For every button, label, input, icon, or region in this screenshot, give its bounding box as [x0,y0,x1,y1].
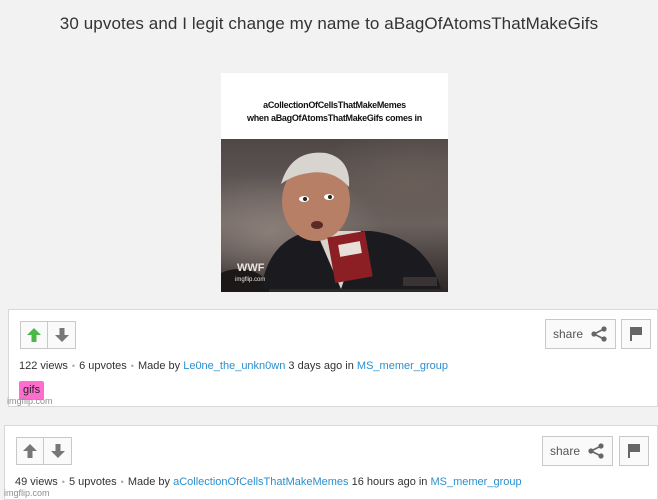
upvote-arrow-icon [23,444,37,458]
share-icon [591,326,607,342]
comment-time: 16 hours ago in [351,476,428,488]
share-label: share [549,444,581,458]
post-info-card: share 122 views • 6 upvotes • Made by Le0ne_… [8,309,658,407]
made-by-label: Made by [137,360,181,372]
separator-dot: • [61,477,65,487]
downvote-arrow-icon [50,444,65,458]
upvote-count: 5 upvotes [68,476,117,488]
view-count: 49 views [15,476,58,488]
share-button[interactable]: share [542,436,613,466]
mouth [311,221,323,229]
post-title: 30 upvotes and I legit change my name to… [59,14,599,33]
share-icon [588,443,604,459]
meme-photo-drawing: WWF [221,152,441,292]
view-count: 122 views [19,360,68,372]
downvote-button[interactable] [44,437,72,465]
post-meta: 122 views • 6 upvotes • Made by Le0ne_the_un… [19,360,448,372]
wwf-logo: WWF [237,262,265,274]
upvote-arrow-icon [27,328,41,342]
upvote-button[interactable] [20,321,48,349]
comment-meta: 49 views • 5 upvotes • Made by aCollectionOf… [15,476,522,488]
meme-image: aCollectionOfCellsThatMakeMemes when aBa… [221,73,448,292]
separator-dot: • [120,477,124,487]
post-time: 3 days ago in [288,360,354,372]
flag-button[interactable] [619,436,649,466]
separator-dot: • [130,361,134,371]
meme-caption-line-2: when aBagOfAtomsThatMakeGifs comes in [247,113,422,123]
share-label: share [552,327,584,341]
share-button[interactable]: share [545,319,616,349]
made-by-label: Made by [127,476,171,488]
imgflip-watermark: imgflip.com [7,396,53,406]
meme-photo: WWF imgflip.com [221,139,448,292]
microphone-flag [327,231,373,283]
author-link[interactable]: Le0ne_the_unkn0wn [183,360,285,372]
upvote-count: 6 upvotes [79,360,127,372]
pupil-right [328,195,332,199]
meme-watermark: imgflip.com [235,277,266,283]
comment-info-card: share 49 views • 5 upvotes • Made by aCollec… [4,425,658,500]
separator-dot: • [71,361,76,371]
downvote-arrow-icon [54,328,69,342]
author-link[interactable]: aCollectionOfCellsThatMakeMemes [173,476,348,488]
meme-caption-line-1: aCollectionOfCellsThatMakeMemes [263,100,406,110]
downvote-button[interactable] [48,321,76,349]
stream-link[interactable]: MS_memer_group [357,360,448,372]
broadcast-bug [403,277,437,286]
upvote-button[interactable] [16,437,44,465]
imgflip-watermark: imgflip.com [4,488,50,498]
pupil-left [303,197,307,201]
vote-buttons [16,437,72,465]
meme-caption: aCollectionOfCellsThatMakeMemes when aBa… [221,99,448,125]
flag-icon [628,444,640,458]
flag-icon [630,327,642,341]
vote-buttons [20,321,76,349]
flag-button[interactable] [621,319,651,349]
stream-link[interactable]: MS_memer_group [431,476,522,488]
